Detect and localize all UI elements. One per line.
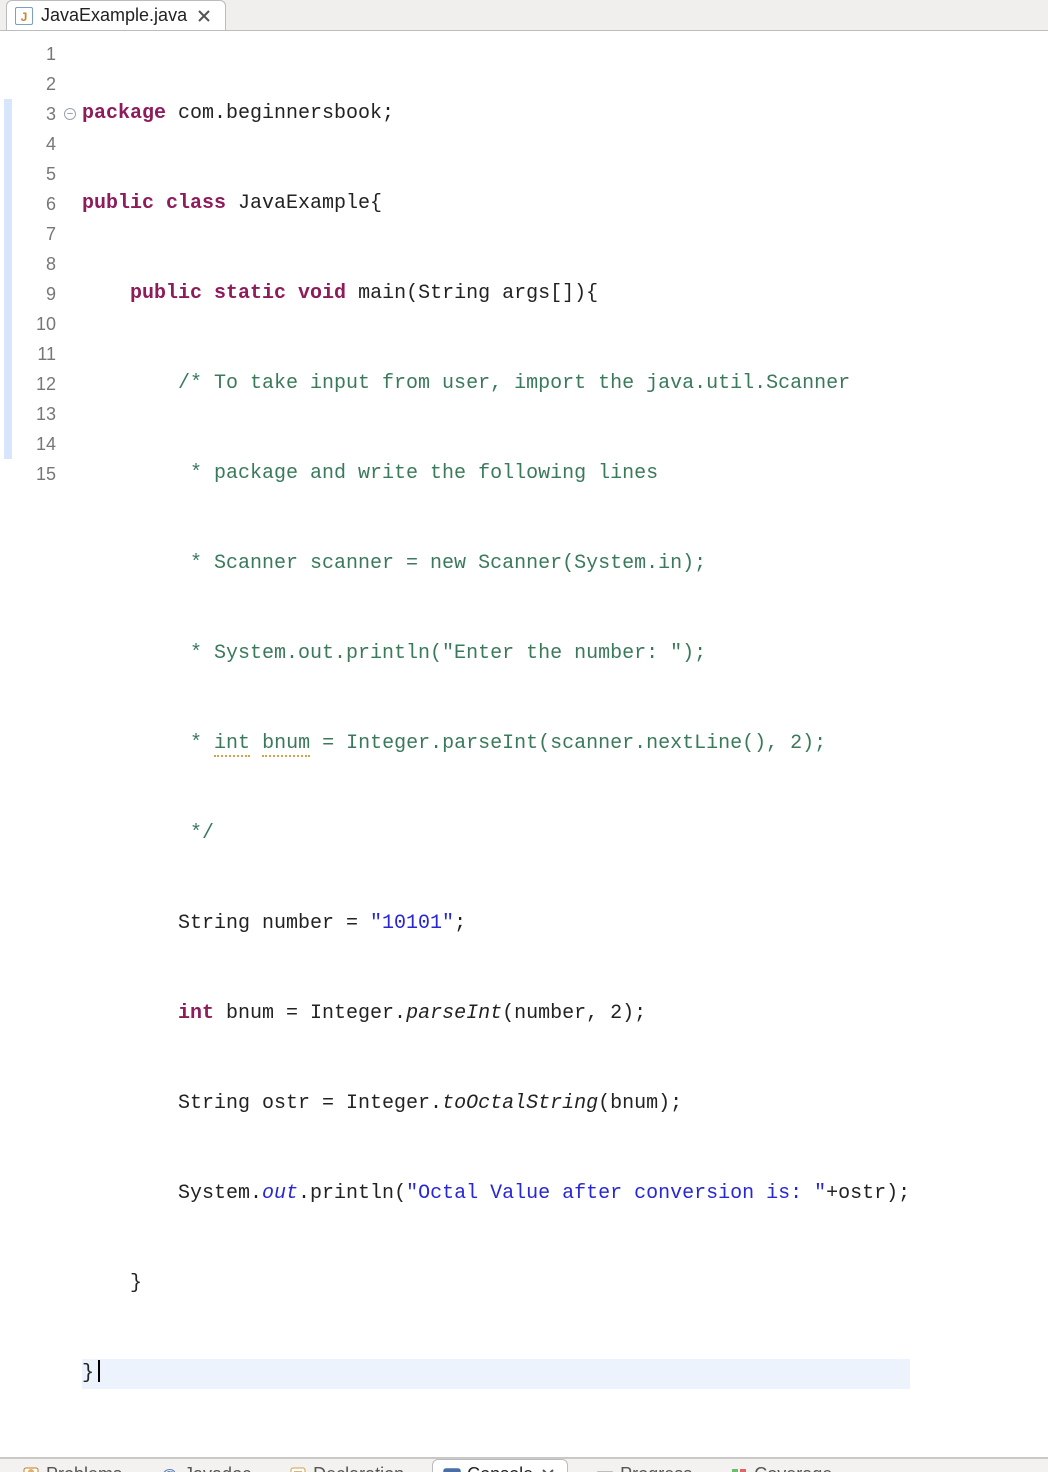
- code-line: public static void main(String args[]){: [82, 279, 910, 309]
- tab-filename: JavaExample.java: [41, 5, 187, 26]
- tab-declaration[interactable]: Declaration: [279, 1460, 414, 1472]
- coverage-icon: [730, 1466, 748, 1472]
- line-number: 5: [0, 159, 62, 189]
- line-number: 11: [0, 339, 62, 369]
- code-line: public class JavaExample{: [82, 189, 910, 219]
- code-line: String ostr = Integer.toOctalString(bnum…: [82, 1089, 910, 1119]
- code-line: * int bnum = Integer.parseInt(scanner.ne…: [82, 729, 910, 759]
- progress-icon: [596, 1466, 614, 1472]
- line-number: 12: [0, 369, 62, 399]
- code-line: * package and write the following lines: [82, 459, 910, 489]
- tab-label: Javadoc: [184, 1464, 251, 1472]
- line-number: 3–: [0, 99, 62, 129]
- code-line: * Scanner scanner = new Scanner(System.i…: [82, 549, 910, 579]
- line-number: 13: [0, 399, 62, 429]
- tab-label: Coverage: [754, 1464, 832, 1472]
- tab-javadoc[interactable]: @ Javadoc: [150, 1460, 261, 1472]
- line-number: 2: [0, 69, 62, 99]
- code-line: }: [82, 1359, 910, 1389]
- code-line: System.out.println("Octal Value after co…: [82, 1179, 910, 1209]
- editor-tab[interactable]: JavaExample.java: [6, 0, 226, 30]
- javadoc-icon: @: [160, 1466, 178, 1472]
- code-line: */: [82, 819, 910, 849]
- code-line: String number = "10101";: [82, 909, 910, 939]
- line-number: 4: [0, 129, 62, 159]
- editor-tab-bar: JavaExample.java: [0, 0, 1048, 30]
- tab-console[interactable]: Console: [432, 1459, 568, 1472]
- tab-progress[interactable]: Progress: [586, 1460, 702, 1472]
- tab-label: Problems: [46, 1464, 122, 1472]
- code-line: package com.beginnersbook;: [82, 99, 910, 129]
- close-icon[interactable]: [195, 7, 213, 25]
- close-icon[interactable]: [539, 1466, 557, 1472]
- line-number: 9: [0, 279, 62, 309]
- line-number: 14: [0, 429, 62, 459]
- tab-label: Progress: [620, 1464, 692, 1472]
- console-icon: [443, 1466, 461, 1472]
- line-gutter: 1 2 3– 4 5 6 7 8 9 10 11 12 13 14 15: [0, 31, 62, 1457]
- code-area[interactable]: package com.beginnersbook; public class …: [62, 31, 910, 1457]
- text-cursor: [98, 1360, 100, 1382]
- line-number: 6: [0, 189, 62, 219]
- line-number: 7: [0, 219, 62, 249]
- line-number: 1: [0, 39, 62, 69]
- line-number: 10: [0, 309, 62, 339]
- tab-label: Declaration: [313, 1464, 404, 1472]
- problems-icon: [22, 1466, 40, 1472]
- declaration-icon: [289, 1466, 307, 1472]
- line-number: 15: [0, 459, 62, 489]
- code-line: * System.out.println("Enter the number: …: [82, 639, 910, 669]
- views-tab-bar: Problems @ Javadoc Declaration Console P…: [0, 1459, 1048, 1472]
- code-line: }: [82, 1269, 910, 1299]
- tab-coverage[interactable]: Coverage: [720, 1460, 842, 1472]
- java-file-icon: [15, 7, 33, 25]
- code-editor[interactable]: 1 2 3– 4 5 6 7 8 9 10 11 12 13 14 15 pac…: [0, 30, 1048, 1457]
- code-line: int bnum = Integer.parseInt(number, 2);: [82, 999, 910, 1029]
- tab-problems[interactable]: Problems: [12, 1460, 132, 1472]
- fold-toggle-icon[interactable]: –: [64, 108, 76, 120]
- line-number: 8: [0, 249, 62, 279]
- code-line: /* To take input from user, import the j…: [82, 369, 910, 399]
- tab-label: Console: [467, 1464, 533, 1472]
